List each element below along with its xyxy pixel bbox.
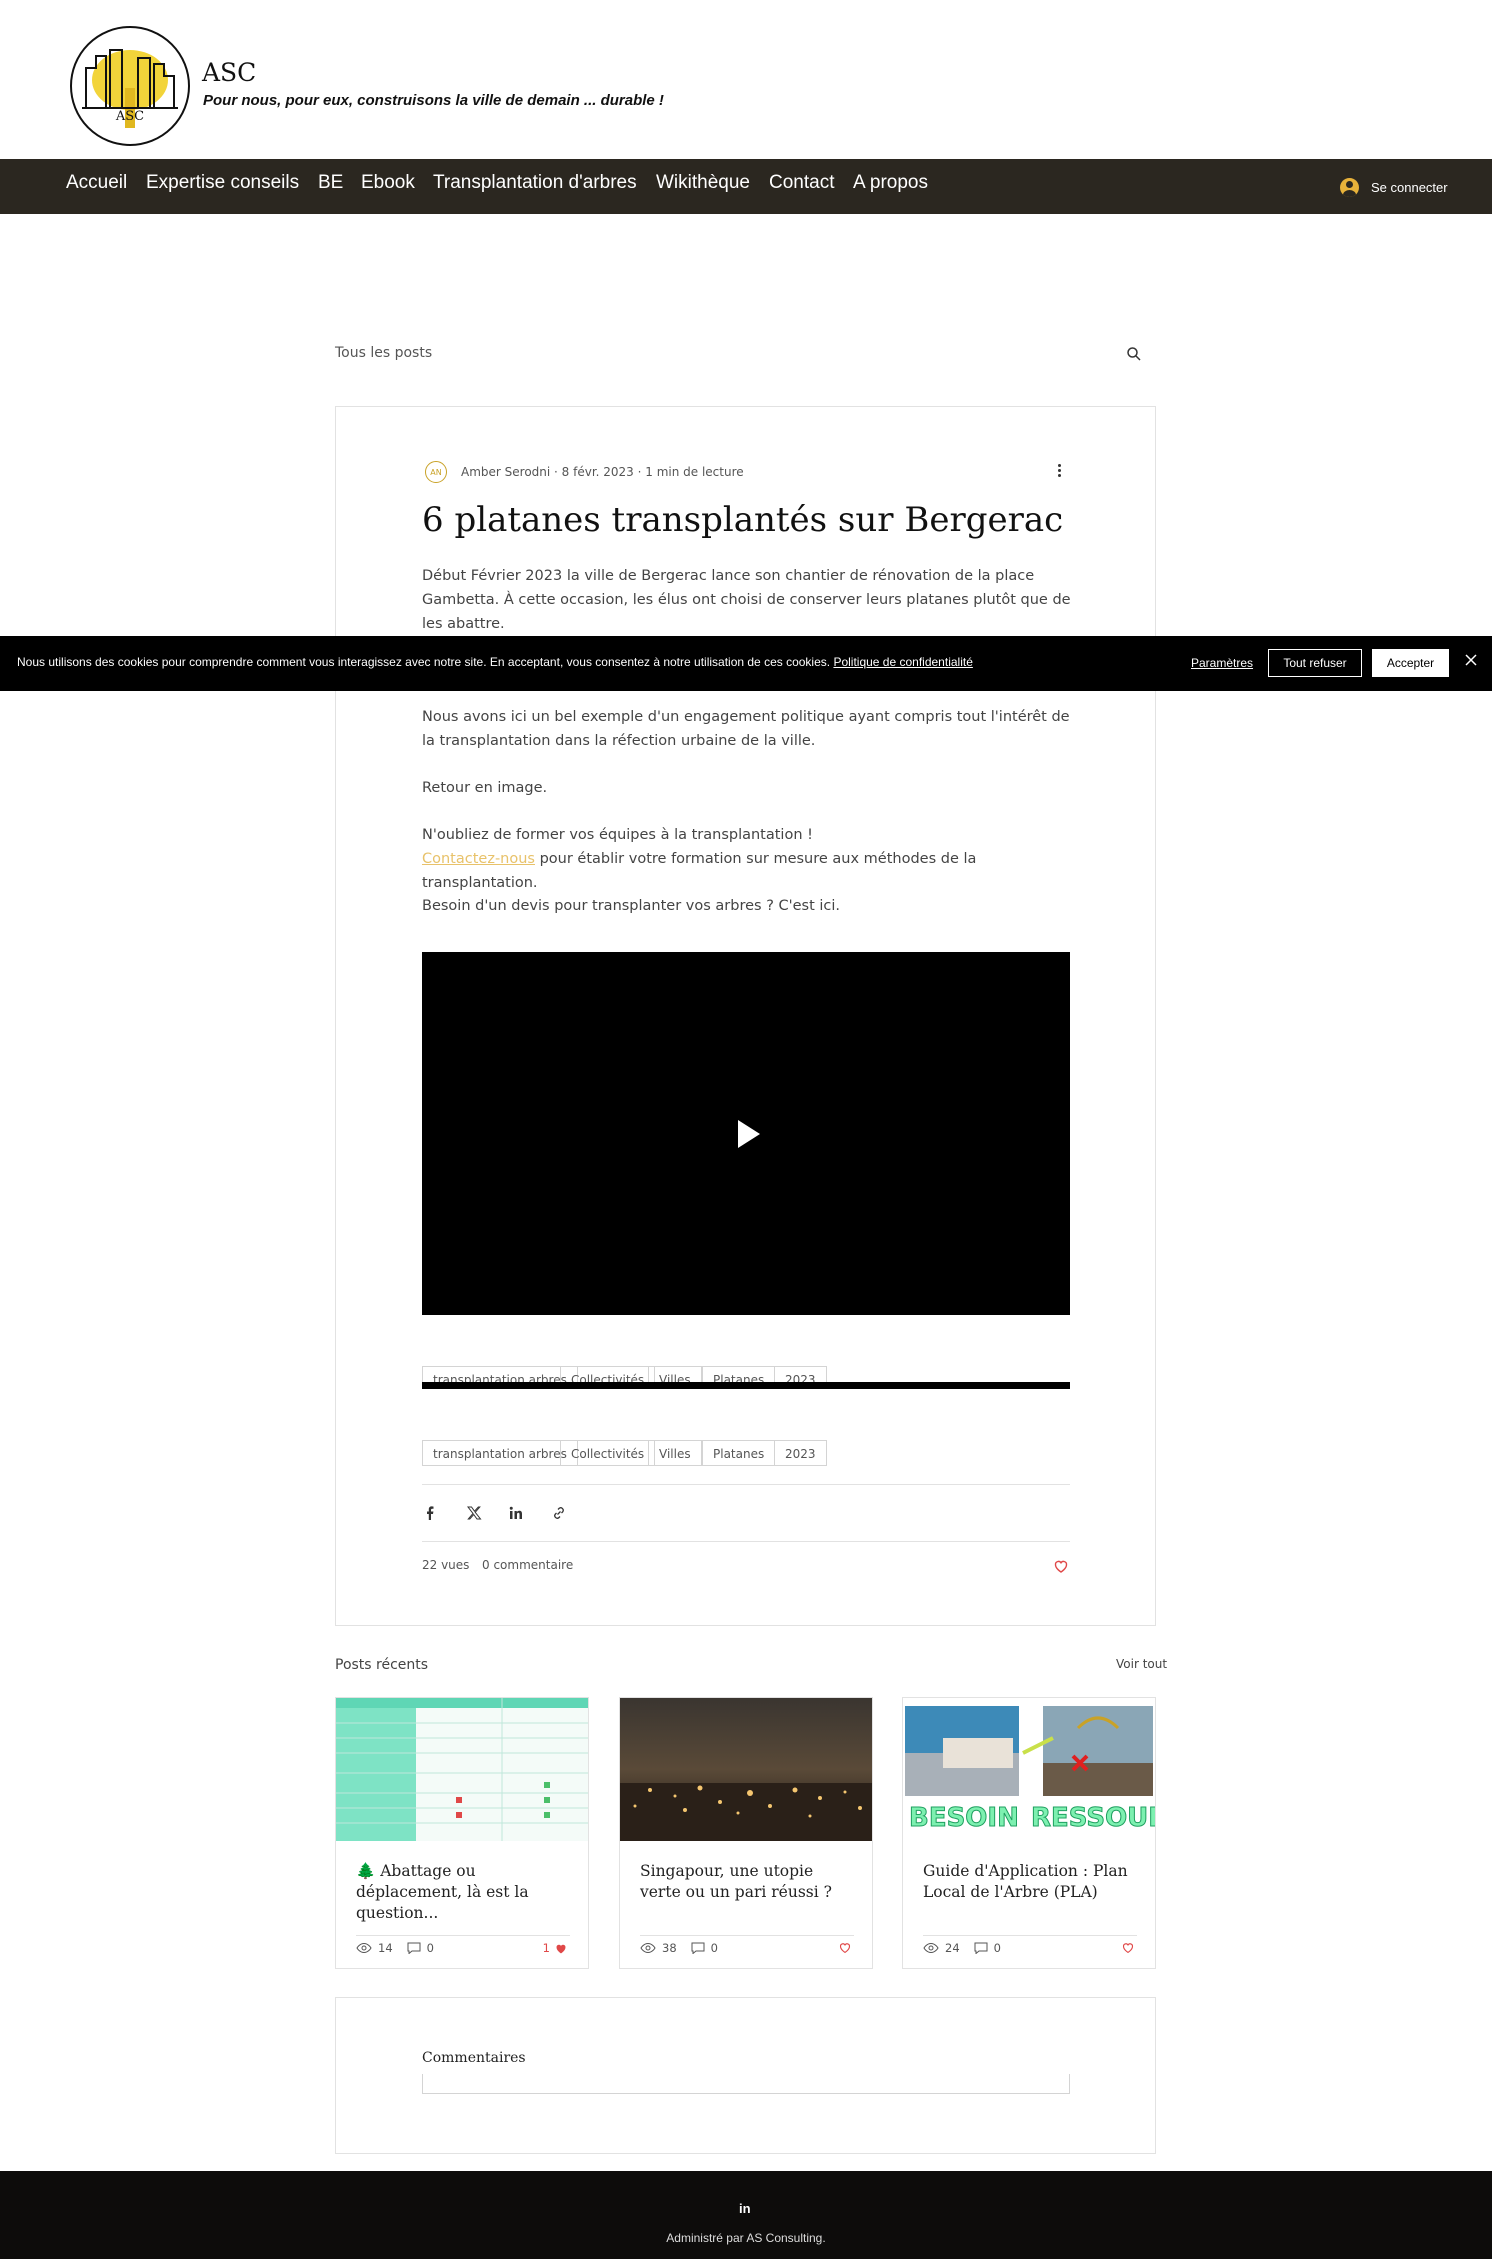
more-options-icon[interactable] xyxy=(1055,464,1063,482)
link-icon[interactable] xyxy=(551,1505,567,1521)
cookie-message: Nous utilisons des cookies pour comprend… xyxy=(17,655,834,669)
user-avatar-icon xyxy=(1340,177,1359,197)
recent-post-title: Guide d'Application : Plan Local de l'Ar… xyxy=(923,1862,1128,1901)
main-nav: Accueil Expertise conseils BE Ebook Tran… xyxy=(0,159,1492,214)
heart-outline-icon xyxy=(839,1943,851,1954)
refuse-all-button[interactable]: Tout refuser xyxy=(1268,649,1362,677)
recent-post-stats: 38 0 xyxy=(640,1941,718,1955)
cookie-text: Nous utilisons des cookies pour comprend… xyxy=(17,655,973,669)
tag-transplantation-arbres[interactable]: transplantation arbres xyxy=(422,1440,578,1466)
linkedin-icon[interactable] xyxy=(508,1505,524,1521)
all-posts-link[interactable]: Tous les posts xyxy=(335,345,432,361)
footer-linkedin-icon[interactable]: in xyxy=(739,2201,751,2216)
likes-count: 1 xyxy=(542,1941,550,1955)
x-twitter-icon[interactable] xyxy=(466,1505,482,1521)
views-count: 22 vues xyxy=(422,1558,470,1572)
comment-input[interactable] xyxy=(422,2074,1070,2094)
tags-row: transplantation arbres Collectivités Vil… xyxy=(422,1440,1070,1468)
divider xyxy=(923,1935,1137,1936)
nav-item-ebook[interactable]: Ebook xyxy=(361,172,415,194)
divider xyxy=(356,1935,570,1936)
comments-count: 0 xyxy=(993,1941,1001,1955)
post-meta: Amber Serodni · 8 févr. 2023 · 1 min de … xyxy=(461,465,744,479)
site-tagline: Pour nous, pour eux, construisons la vil… xyxy=(203,92,664,109)
search-icon[interactable] xyxy=(1126,346,1142,362)
besoin-word: BESOIN xyxy=(909,1803,1019,1833)
ressource-word: RESSOURC xyxy=(1031,1803,1155,1833)
tag-platanes[interactable]: Platanes xyxy=(702,1440,776,1466)
site-logo[interactable]: ASC xyxy=(70,26,190,146)
post-paragraph: Retour en image. xyxy=(422,780,548,796)
recent-post-title: 🌲 Abattage ou déplacement, là est la que… xyxy=(356,1862,529,1922)
tag-villes[interactable]: Villes xyxy=(648,1440,702,1466)
cookie-settings-link[interactable]: Paramètres xyxy=(1191,656,1253,670)
nav-item-wikitheque[interactable]: Wikithèque xyxy=(656,172,750,194)
post-intro: Début Février 2023 la ville de Bergerac … xyxy=(422,568,1071,632)
eye-icon xyxy=(640,1942,656,1954)
nav-item-transplantation[interactable]: Transplantation d'arbres xyxy=(433,172,637,194)
views-count: 24 xyxy=(945,1941,960,1955)
logo-graphic: ASC xyxy=(78,34,182,138)
like-button[interactable]: 1 xyxy=(543,1941,568,1955)
recent-post-stats: 14 0 xyxy=(356,1941,434,1955)
recent-post-card[interactable]: BESOIN RESSOURC Guide d'Application : Pl… xyxy=(902,1697,1156,1969)
nav-item-expertise-conseils[interactable]: Expertise conseils xyxy=(146,172,299,194)
nav-item-be[interactable]: BE xyxy=(318,172,343,194)
comment-icon xyxy=(974,1942,988,1954)
nav-item-contact[interactable]: Contact xyxy=(769,172,834,194)
comment-icon xyxy=(691,1942,705,1954)
comments-count: 0 xyxy=(426,1941,434,1955)
post-thumbnail-table xyxy=(336,1698,588,1841)
recent-post-card[interactable]: 🌲 Abattage ou déplacement, là est la que… xyxy=(335,1697,589,1969)
divider xyxy=(422,1484,1070,1485)
site-footer: in Administré par AS Consulting. xyxy=(0,2171,1492,2259)
nav-item-a-propos[interactable]: A propos xyxy=(853,172,928,194)
site-title[interactable]: ASC xyxy=(202,58,256,87)
login-label: Se connecter xyxy=(1371,179,1448,195)
recent-post-title: Singapour, une utopie verte ou un pari r… xyxy=(640,1862,832,1901)
views-count: 38 xyxy=(662,1941,677,1955)
divider xyxy=(422,1541,1070,1542)
contact-link[interactable]: Contactez-nous xyxy=(422,851,535,867)
facebook-icon[interactable] xyxy=(422,1505,438,1521)
post-paragraph: Besoin d'un devis pour transplanter vos … xyxy=(422,898,841,914)
play-icon[interactable] xyxy=(738,1120,760,1148)
views-count: 14 xyxy=(378,1941,393,1955)
divider xyxy=(640,1935,854,1936)
comment-icon xyxy=(407,1942,421,1954)
close-icon[interactable] xyxy=(1464,653,1478,667)
accept-button[interactable]: Accepter xyxy=(1372,649,1449,677)
post-paragraph: N'oubliez de former vos équipes à la tra… xyxy=(422,827,813,843)
post-title: 6 platanes transplantés sur Bergerac xyxy=(422,500,1064,540)
recent-post-card[interactable]: Singapour, une utopie verte ou un pari r… xyxy=(619,1697,873,1969)
post-paragraph: Contactez-nous pour établir votre format… xyxy=(422,847,1072,895)
recent-posts-title: Posts récents xyxy=(335,1657,429,1673)
post-thumbnail-city-night xyxy=(620,1698,872,1841)
like-button[interactable] xyxy=(838,1941,852,1954)
author-avatar[interactable]: AN xyxy=(425,461,447,483)
tag-2023[interactable]: 2023 xyxy=(774,1440,827,1466)
heart-outline-icon xyxy=(1122,1943,1134,1954)
see-all-link[interactable]: Voir tout xyxy=(1116,1657,1167,1671)
heart-filled-icon xyxy=(556,1944,566,1953)
like-button[interactable] xyxy=(1121,1941,1135,1954)
cookie-banner: Nous utilisons des cookies pour comprend… xyxy=(0,636,1492,691)
post-thumbnail-besoin-ressource: BESOIN RESSOURC xyxy=(903,1698,1155,1841)
comments-count: 0 xyxy=(710,1941,718,1955)
logo-text: ASC xyxy=(115,109,144,124)
like-heart-icon[interactable] xyxy=(1053,1558,1069,1574)
footer-text: Administré par AS Consulting. xyxy=(666,2231,826,2245)
nav-item-accueil[interactable]: Accueil xyxy=(66,172,127,194)
tag-collectivites[interactable]: Collectivités xyxy=(560,1440,656,1466)
eye-icon xyxy=(923,1942,939,1954)
recent-post-stats: 24 0 xyxy=(923,1941,1001,1955)
privacy-policy-link[interactable]: Politique de confidentialité xyxy=(833,655,972,669)
comments-title: Commentaires xyxy=(422,2050,526,2066)
login-button[interactable]: Se connecter xyxy=(1340,173,1448,201)
video-progress-bar[interactable] xyxy=(422,1382,1070,1389)
post-paragraph: Nous avons ici un bel exemple d'un engag… xyxy=(422,709,1070,749)
eye-icon xyxy=(356,1942,372,1954)
comments-count[interactable]: 0 commentaire xyxy=(482,1558,573,1572)
